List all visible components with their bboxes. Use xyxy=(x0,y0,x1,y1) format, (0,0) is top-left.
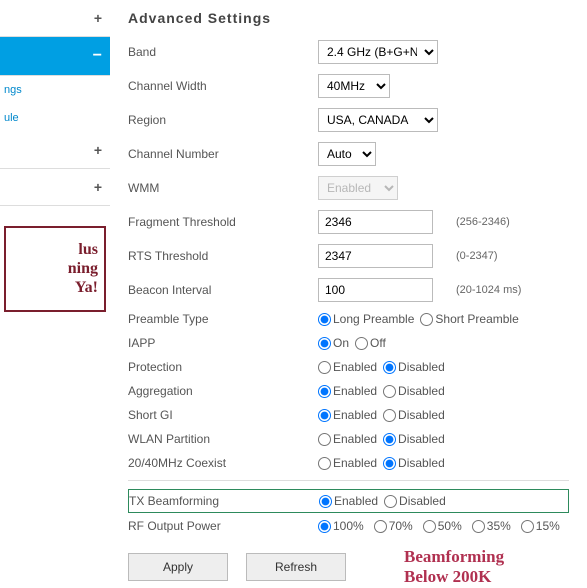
radio-shortgi-enabled[interactable]: Enabled xyxy=(318,408,377,422)
sidebar-sub-2[interactable]: ule xyxy=(0,104,110,132)
refresh-button[interactable]: Refresh xyxy=(246,553,346,581)
annotation-l1: Beamforming xyxy=(404,547,504,567)
label-channel-width: Channel Width xyxy=(128,79,318,93)
label-rf-power: RF Output Power xyxy=(128,519,318,533)
radio-rf-70[interactable]: 70% xyxy=(374,519,413,533)
sidebar-sub-1[interactable]: ngs xyxy=(0,76,110,104)
radio-rf-15[interactable]: 15% xyxy=(521,519,560,533)
collapse-icon: − xyxy=(93,47,102,65)
radio-wlan-enabled[interactable]: Enabled xyxy=(318,432,377,446)
hint-beacon: (20-1024 ms) xyxy=(456,284,521,296)
promo-l1: lus xyxy=(12,240,98,259)
radio-rf-35[interactable]: 35% xyxy=(472,519,511,533)
radio-txbf-enabled[interactable]: Enabled xyxy=(319,494,378,508)
radio-aggregation-disabled[interactable]: Disabled xyxy=(383,384,445,398)
label-rts: RTS Threshold xyxy=(128,249,318,263)
sidebar-item-4[interactable]: + xyxy=(0,169,110,206)
radio-coexist-enabled[interactable]: Enabled xyxy=(318,456,377,470)
label-channel-number: Channel Number xyxy=(128,147,318,161)
radio-short-preamble[interactable]: Short Preamble xyxy=(420,312,518,326)
apply-button[interactable]: Apply xyxy=(128,553,228,581)
promo-box: lus ning Ya! xyxy=(4,226,106,312)
label-protection: Protection xyxy=(128,360,318,374)
select-channel-width[interactable]: 40MHz xyxy=(318,74,390,98)
label-region: Region xyxy=(128,113,318,127)
main-panel: Advanced Settings Band2.4 GHz (B+G+N) Ch… xyxy=(110,0,587,587)
input-fragment[interactable] xyxy=(318,210,433,234)
radio-iapp-on[interactable]: On xyxy=(318,336,349,350)
select-wmm: Enabled xyxy=(318,176,398,200)
label-aggregation: Aggregation xyxy=(128,384,318,398)
label-tx-beamforming: TX Beamforming xyxy=(129,494,319,508)
annotation: Beamforming Below 200K xyxy=(404,547,504,588)
radio-coexist-disabled[interactable]: Disabled xyxy=(383,456,445,470)
radio-rf-100[interactable]: 100% xyxy=(318,519,364,533)
hint-fragment: (256-2346) xyxy=(456,216,510,228)
radio-protection-enabled[interactable]: Enabled xyxy=(318,360,377,374)
radio-iapp-off[interactable]: Off xyxy=(355,336,386,350)
radio-protection-disabled[interactable]: Disabled xyxy=(383,360,445,374)
input-beacon[interactable] xyxy=(318,278,433,302)
expand-icon: + xyxy=(94,142,102,158)
radio-txbf-disabled[interactable]: Disabled xyxy=(384,494,446,508)
select-band[interactable]: 2.4 GHz (B+G+N) xyxy=(318,40,438,64)
sidebar-item-1[interactable]: + xyxy=(0,0,110,37)
promo-l2: ning xyxy=(12,259,98,278)
hint-rts: (0-2347) xyxy=(456,250,498,262)
label-coexist: 20/40MHz Coexist xyxy=(128,456,318,470)
sidebar-item-active[interactable]: − xyxy=(0,37,110,76)
promo-l3: Ya! xyxy=(12,278,98,297)
label-shortgi: Short GI xyxy=(128,408,318,422)
expand-icon: + xyxy=(94,179,102,195)
expand-icon: + xyxy=(94,10,102,26)
label-beacon: Beacon Interval xyxy=(128,283,318,297)
tx-beamforming-row: TX Beamforming Enabled Disabled xyxy=(128,489,569,513)
annotation-l2: Below 200K xyxy=(404,567,504,587)
radio-rf-50[interactable]: 50% xyxy=(423,519,462,533)
select-region[interactable]: USA, CANADA xyxy=(318,108,438,132)
label-band: Band xyxy=(128,45,318,59)
label-wmm: WMM xyxy=(128,181,318,195)
label-wlan-partition: WLAN Partition xyxy=(128,432,318,446)
label-iapp: IAPP xyxy=(128,336,318,350)
input-rts[interactable] xyxy=(318,244,433,268)
sidebar: + − ngs ule + + lus ning Ya! xyxy=(0,0,110,587)
select-channel-number[interactable]: Auto xyxy=(318,142,376,166)
radio-wlan-disabled[interactable]: Disabled xyxy=(383,432,445,446)
page-title: Advanced Settings xyxy=(128,10,569,26)
radio-long-preamble[interactable]: Long Preamble xyxy=(318,312,414,326)
label-preamble: Preamble Type xyxy=(128,312,318,326)
label-fragment: Fragment Threshold xyxy=(128,215,318,229)
sidebar-item-3[interactable]: + xyxy=(0,132,110,169)
radio-aggregation-enabled[interactable]: Enabled xyxy=(318,384,377,398)
radio-shortgi-disabled[interactable]: Disabled xyxy=(383,408,445,422)
